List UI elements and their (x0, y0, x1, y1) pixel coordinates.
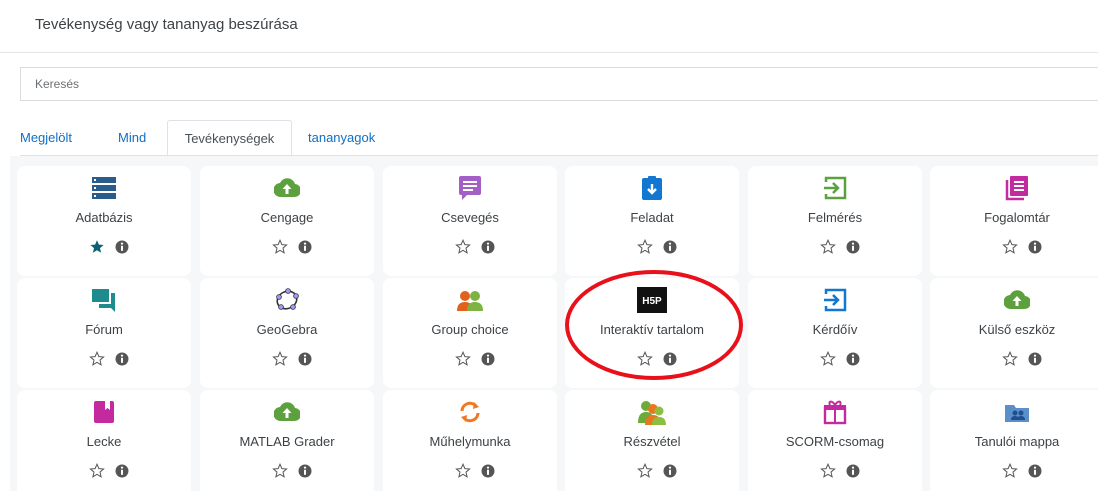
activity-card[interactable]: H5P Interaktív tartalom (565, 278, 739, 388)
activity-card[interactable]: GeoGebra (200, 278, 374, 388)
activity-name: Adatbázis (75, 210, 133, 225)
activity-name: Felmérés (807, 210, 863, 225)
activity-name: Műhelymunka (429, 434, 511, 449)
info-icon[interactable] (662, 239, 678, 255)
star-outline-icon[interactable] (820, 239, 836, 255)
activity-card[interactable]: Fórum (17, 278, 191, 388)
workshop-icon (383, 398, 557, 426)
activity-card[interactable]: Group choice (383, 278, 557, 388)
tab-all[interactable]: Mind (118, 120, 146, 156)
activity-card[interactable]: Tanulói mappa (930, 390, 1098, 500)
assignment-icon (565, 174, 739, 202)
activity-name: Kérdőív (812, 322, 858, 337)
info-icon[interactable] (845, 239, 861, 255)
star-outline-icon[interactable] (637, 463, 653, 479)
activity-name: GeoGebra (256, 322, 318, 337)
header-divider (0, 52, 1098, 53)
activity-card[interactable]: Feladat (565, 166, 739, 276)
lesson-icon (17, 398, 191, 426)
star-outline-icon[interactable] (272, 239, 288, 255)
info-icon[interactable] (662, 351, 678, 367)
h5p-icon: H5P (565, 286, 739, 314)
info-icon[interactable] (114, 463, 130, 479)
star-outline-icon[interactable] (1002, 239, 1018, 255)
star-outline-icon[interactable] (455, 351, 471, 367)
activity-card[interactable]: Cengage (200, 166, 374, 276)
tab-starred[interactable]: Megjelölt (20, 120, 72, 156)
activity-card[interactable]: Lecke (17, 390, 191, 500)
lti-upload-icon (200, 398, 374, 426)
info-icon[interactable] (845, 351, 861, 367)
activity-name: SCORM-csomag (785, 434, 885, 449)
forum-icon (17, 286, 191, 314)
star-outline-icon[interactable] (637, 239, 653, 255)
star-outline-icon[interactable] (89, 463, 105, 479)
star-outline-icon[interactable] (820, 463, 836, 479)
activity-name: Cengage (260, 210, 314, 225)
info-icon[interactable] (480, 463, 496, 479)
info-icon[interactable] (845, 463, 861, 479)
activity-name: Fogalomtár (984, 210, 1050, 225)
activity-card[interactable]: Adatbázis (17, 166, 191, 276)
star-outline-icon[interactable] (89, 351, 105, 367)
info-icon[interactable] (480, 239, 496, 255)
glossary-icon (930, 174, 1098, 202)
activity-name: Group choice (431, 322, 509, 337)
svg-text:H5P: H5P (642, 296, 662, 307)
info-icon[interactable] (297, 463, 313, 479)
info-icon[interactable] (480, 351, 496, 367)
survey-icon (748, 174, 922, 202)
geogebra-icon (200, 286, 374, 314)
star-outline-icon[interactable] (637, 351, 653, 367)
modal-title: Tevékenység vagy tananyag beszúrása (35, 16, 298, 33)
activity-name: Feladat (630, 210, 674, 225)
star-outline-icon[interactable] (455, 239, 471, 255)
star-outline-icon[interactable] (272, 351, 288, 367)
search-input[interactable] (20, 67, 1098, 101)
info-icon[interactable] (662, 463, 678, 479)
scorm-icon (748, 398, 922, 426)
activity-name: Interaktív tartalom (599, 322, 705, 337)
activity-name: Tanulói mappa (974, 434, 1060, 449)
activity-name: Lecke (86, 434, 122, 449)
star-outline-icon[interactable] (455, 463, 471, 479)
tab-resources[interactable]: tananyagok (308, 120, 375, 156)
activity-card[interactable]: Műhelymunka (383, 390, 557, 500)
star-outline-icon[interactable] (1002, 351, 1018, 367)
activity-name: Külső eszköz (978, 322, 1056, 337)
info-icon[interactable] (297, 351, 313, 367)
database-icon (17, 174, 191, 202)
star-outline-icon[interactable] (272, 463, 288, 479)
activity-card[interactable]: Felmérés (748, 166, 922, 276)
star-outline-icon[interactable] (820, 351, 836, 367)
info-icon[interactable] (114, 351, 130, 367)
student-folder-icon (930, 398, 1098, 426)
info-icon[interactable] (1027, 239, 1043, 255)
chat-icon (383, 174, 557, 202)
star-filled-icon[interactable] (89, 239, 105, 255)
info-icon[interactable] (114, 239, 130, 255)
activity-card[interactable]: MATLAB Grader (200, 390, 374, 500)
activity-card[interactable]: Külső eszköz (930, 278, 1098, 388)
questionnaire-icon (748, 286, 922, 314)
lti-upload-icon (200, 174, 374, 202)
activity-card[interactable]: SCORM-csomag (748, 390, 922, 500)
info-icon[interactable] (1027, 351, 1043, 367)
activity-card[interactable]: Részvétel (565, 390, 739, 500)
group-choice-icon (383, 286, 557, 314)
external-tool-icon (930, 286, 1098, 314)
info-icon[interactable] (297, 239, 313, 255)
activity-name: MATLAB Grader (239, 434, 335, 449)
activity-card[interactable]: Csevegés (383, 166, 557, 276)
activity-name: Csevegés (441, 210, 499, 225)
activity-name: Részvétel (623, 434, 681, 449)
activity-card[interactable]: Fogalomtár (930, 166, 1098, 276)
tab-activities[interactable]: Tevékenységek (167, 120, 292, 156)
attendance-icon (565, 398, 739, 426)
star-outline-icon[interactable] (1002, 463, 1018, 479)
info-icon[interactable] (1027, 463, 1043, 479)
activity-name: Fórum (85, 322, 123, 337)
activity-card[interactable]: Kérdőív (748, 278, 922, 388)
